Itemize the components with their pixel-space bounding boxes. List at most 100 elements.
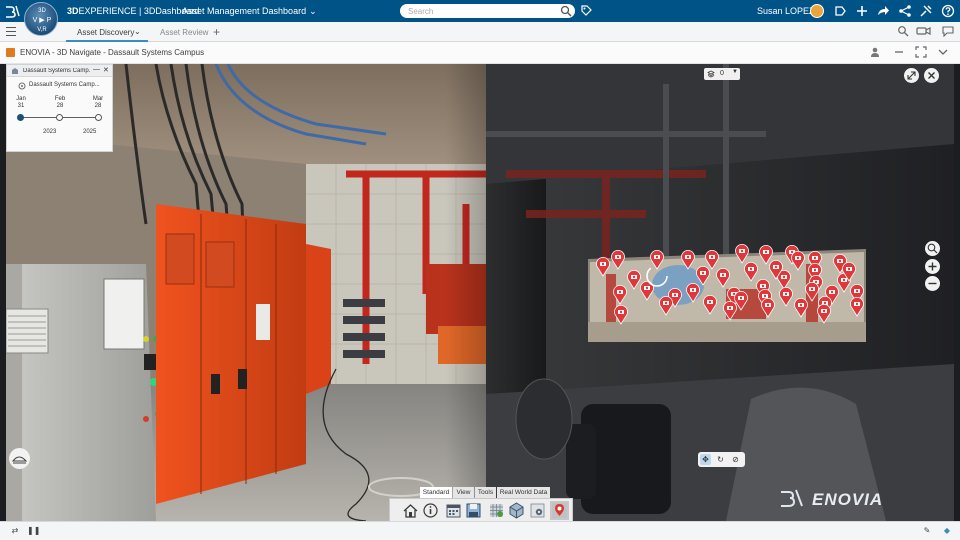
3ds-logo-icon[interactable] bbox=[4, 4, 20, 18]
tab-label: Asset Discovery bbox=[77, 28, 135, 37]
compass-widget[interactable]: 3D V ▶ P V,R bbox=[24, 2, 58, 36]
point-cloud-scene[interactable] bbox=[6, 64, 954, 521]
date-day: 31 bbox=[17, 103, 25, 109]
calendar-icon[interactable] bbox=[444, 501, 463, 520]
help-icon[interactable] bbox=[941, 4, 955, 18]
zoom-fit-icon[interactable] bbox=[925, 241, 940, 256]
timeline-panel-title: Dassault Systems Camp... bbox=[23, 68, 90, 74]
chevron-down-icon[interactable]: ⌄ bbox=[134, 27, 141, 36]
save-view-icon[interactable] bbox=[464, 501, 483, 520]
compass-bottom-label: V,R bbox=[37, 27, 47, 33]
search-input[interactable] bbox=[400, 4, 575, 18]
dashboard-title-dropdown[interactable]: Asset Management Dashboard ⌄ bbox=[182, 6, 317, 17]
layer-selector[interactable]: 0 ▼ bbox=[704, 68, 740, 80]
info-icon[interactable] bbox=[421, 501, 440, 520]
action-bar bbox=[389, 498, 573, 522]
layer-value: 0 bbox=[720, 70, 724, 77]
widget-title: ENOVIA - 3D Navigate - Dassault Systems … bbox=[20, 48, 205, 57]
action-tab-view[interactable]: View bbox=[453, 487, 474, 498]
timeline-panel[interactable]: Dassault Systems Camp... — ✕ Dassault Sy… bbox=[6, 64, 113, 152]
date-month: Mar bbox=[92, 96, 104, 102]
date-month: Feb bbox=[54, 96, 66, 102]
tab-asset-discovery[interactable]: Asset Discovery ⌄ bbox=[66, 22, 148, 42]
layers-icon bbox=[707, 70, 715, 78]
zoom-out-icon[interactable] bbox=[925, 276, 940, 291]
zoom-in-icon[interactable] bbox=[925, 259, 940, 274]
tag-icon[interactable] bbox=[580, 4, 592, 18]
enovia-brand-text: ENOVIA bbox=[812, 490, 884, 509]
timeline-start-handle[interactable] bbox=[17, 114, 24, 121]
compass-play-icon[interactable]: V ▶ P bbox=[25, 16, 59, 24]
menu-icon[interactable] bbox=[6, 27, 16, 36]
dashboard-title: Asset Management Dashboard bbox=[182, 6, 307, 16]
brand-title: 3DEXPERIENCE | 3DDashboard bbox=[67, 6, 199, 16]
grid-icon[interactable] bbox=[487, 501, 506, 520]
tab-asset-review[interactable]: Asset Review bbox=[160, 28, 208, 37]
action-tab-standard[interactable]: Standard bbox=[420, 487, 452, 498]
year-label: 2023 bbox=[43, 129, 57, 135]
avatar[interactable] bbox=[810, 4, 824, 18]
pan-icon[interactable]: ✥ bbox=[700, 454, 711, 465]
app-window: 3D V ▶ P V,R 3DEXPERIENCE | 3DDashboard … bbox=[0, 0, 960, 540]
user-settings-icon[interactable] bbox=[869, 46, 883, 60]
cube-icon[interactable] bbox=[507, 501, 526, 520]
timeline-panel-header: Dassault Systems Camp... — ✕ bbox=[7, 65, 112, 77]
date-label-1: Feb 28 bbox=[50, 96, 70, 110]
fly-icon[interactable]: ⊘ bbox=[730, 454, 741, 465]
compass-left-label: V bbox=[32, 17, 38, 24]
date-label-0: Jan 31 bbox=[11, 96, 31, 110]
chevron-down-icon: ⌄ bbox=[309, 6, 317, 16]
settings-icon[interactable] bbox=[528, 501, 547, 520]
status-bar: ⇄ ❚❚ ✎ ◆ bbox=[0, 521, 960, 540]
action-tab-real-world-data[interactable]: Real World Data bbox=[497, 487, 550, 498]
share-icon[interactable] bbox=[876, 4, 890, 18]
add-tab-button[interactable]: + bbox=[213, 25, 220, 39]
date-label-2: Mar 28 bbox=[88, 96, 108, 110]
rotate-icon[interactable]: ↻ bbox=[715, 454, 726, 465]
home-icon[interactable] bbox=[401, 501, 420, 520]
user-name[interactable]: Susan LOPEZ bbox=[757, 6, 815, 16]
pin-icon[interactable]: ✎ bbox=[922, 526, 932, 536]
search-icon[interactable] bbox=[560, 5, 572, 17]
compass-top-label: 3D bbox=[38, 8, 46, 14]
chevron-down-icon: ▼ bbox=[732, 69, 738, 75]
minimize-icon[interactable] bbox=[892, 46, 906, 60]
search-user-icon[interactable] bbox=[896, 25, 910, 39]
building-icon bbox=[12, 68, 18, 74]
compass-right-label: P bbox=[46, 17, 52, 24]
top-bar: 3D V ▶ P V,R 3DEXPERIENCE | 3DDashboard … bbox=[0, 0, 960, 36]
network-icon[interactable] bbox=[898, 4, 912, 18]
enovia-widget-icon bbox=[6, 48, 15, 57]
date-month: Jan bbox=[16, 96, 26, 102]
chevron-down-icon[interactable] bbox=[936, 46, 950, 60]
pin-icon[interactable] bbox=[550, 501, 569, 520]
tools-icon[interactable] bbox=[919, 4, 933, 18]
close-icon[interactable]: ✕ bbox=[103, 66, 109, 74]
measure-tool-icon[interactable] bbox=[9, 448, 30, 469]
date-day: 28 bbox=[94, 103, 102, 109]
maximize-icon[interactable] bbox=[914, 46, 928, 60]
compass-center-label: ▶ bbox=[39, 17, 45, 24]
timeline-end-handle[interactable] bbox=[95, 114, 102, 121]
collaborate-icon[interactable]: ◆ bbox=[942, 526, 952, 536]
collapse-icon[interactable] bbox=[904, 68, 919, 83]
timeline-item-label: Dassault Systems Camp... bbox=[29, 82, 100, 88]
date-day: 28 bbox=[56, 103, 64, 109]
dashboard-tabs-bar: Asset Discovery ⌄ Asset Review + bbox=[0, 22, 960, 42]
minimize-icon[interactable]: — bbox=[93, 66, 100, 73]
action-tab-tools[interactable]: Tools bbox=[475, 487, 496, 498]
add-icon[interactable] bbox=[855, 4, 869, 18]
pause-icon[interactable]: ❚❚ bbox=[27, 526, 40, 536]
timeline-handle[interactable] bbox=[56, 114, 63, 121]
widget-header: ENOVIA - 3D Navigate - Dassault Systems … bbox=[0, 42, 960, 64]
chat-icon[interactable] bbox=[941, 25, 955, 39]
close-icon[interactable] bbox=[924, 68, 939, 83]
notifications-icon[interactable] bbox=[833, 4, 847, 18]
transfer-icon[interactable]: ⇄ bbox=[10, 526, 20, 536]
year-label: 2025 bbox=[83, 129, 97, 135]
video-call-icon[interactable] bbox=[916, 25, 932, 39]
navigation-mode-group: ✥ ↻ ⊘ bbox=[698, 452, 745, 467]
3d-viewer[interactable]: 0 ▼ ✥ ↻ ⊘ ENOVIA bbox=[6, 64, 954, 521]
brand-bold: 3D bbox=[67, 6, 79, 16]
scan-icon bbox=[18, 82, 26, 90]
